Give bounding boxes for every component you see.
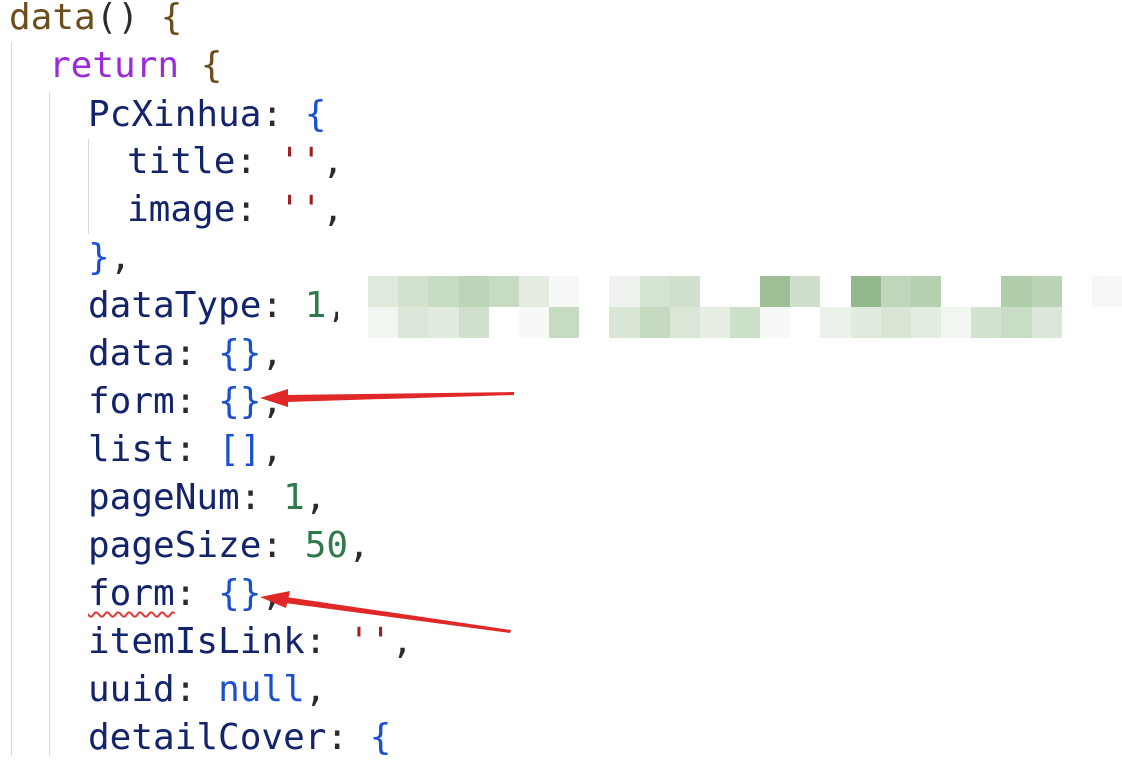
arrow-icon [260, 389, 514, 407]
code-editor[interactable]: data() { return { PcXinhua: { title: '',… [0, 0, 1122, 758]
arrow-icon [260, 591, 511, 633]
annotation-arrows [260, 389, 514, 633]
